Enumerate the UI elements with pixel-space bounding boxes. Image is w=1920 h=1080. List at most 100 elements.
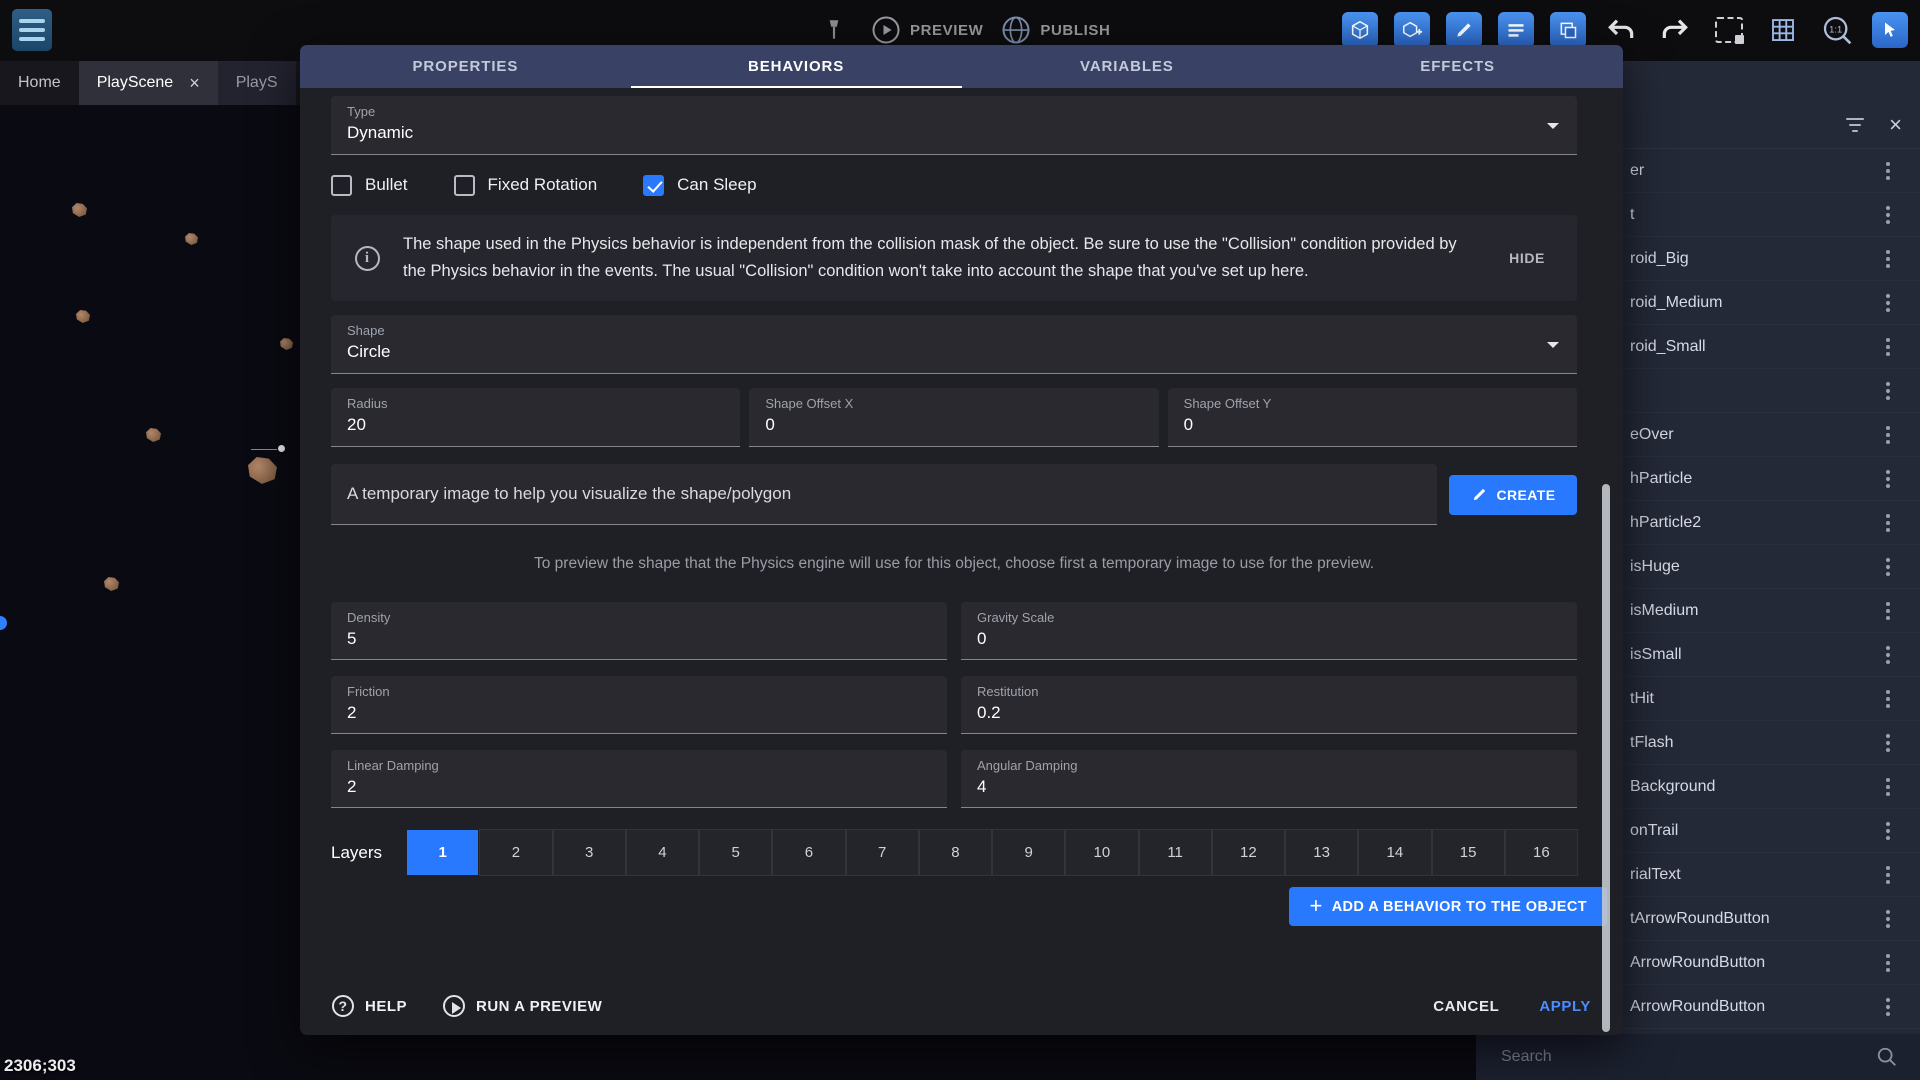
search-input[interactable] xyxy=(1501,1048,1876,1066)
item-menu-icon[interactable] xyxy=(1882,246,1894,272)
angular-damping-field[interactable]: Angular Damping 4 xyxy=(961,750,1577,808)
item-menu-icon[interactable] xyxy=(1882,642,1894,668)
apply-button[interactable]: APPLY xyxy=(1539,998,1591,1015)
add-behavior-button[interactable]: + ADD A BEHAVIOR TO THE OBJECT xyxy=(1289,887,1607,926)
layer-button[interactable]: 1 xyxy=(407,830,478,875)
bullet-checkbox[interactable]: Bullet xyxy=(331,175,408,196)
can-sleep-checkbox[interactable]: Can Sleep xyxy=(643,175,756,196)
object-name: ArrowRoundButton xyxy=(1630,998,1882,1016)
scene-cube-icon[interactable] xyxy=(1342,12,1378,48)
object-marker[interactable] xyxy=(0,616,7,630)
close-tab-icon[interactable]: × xyxy=(189,74,200,92)
dialog-scrollbar[interactable] xyxy=(1602,484,1610,1032)
item-menu-icon[interactable] xyxy=(1882,290,1894,316)
preview-note: To preview the shape that the Physics en… xyxy=(331,555,1577,573)
layer-button[interactable]: 5 xyxy=(700,830,771,875)
edit-scene-icon[interactable] xyxy=(1446,12,1482,48)
item-menu-icon[interactable] xyxy=(1882,554,1894,580)
selection-handle[interactable] xyxy=(278,445,285,452)
shape-select[interactable]: Shape Circle xyxy=(331,315,1577,374)
item-menu-icon[interactable] xyxy=(1882,466,1894,492)
asteroid-sprite[interactable] xyxy=(146,428,161,442)
layers-panel-icon[interactable] xyxy=(1550,12,1586,48)
preview-button[interactable]: PREVIEW xyxy=(871,15,983,45)
radius-field[interactable]: Radius 20 xyxy=(331,388,740,447)
asteroid-sprite[interactable] xyxy=(72,203,87,217)
hide-banner-button[interactable]: HIDE xyxy=(1497,242,1557,274)
tab-behaviors[interactable]: BEHAVIORS xyxy=(631,45,962,88)
item-menu-icon[interactable] xyxy=(1882,158,1894,184)
project-manager-icon[interactable] xyxy=(12,9,52,51)
cancel-button[interactable]: CANCEL xyxy=(1433,998,1499,1015)
item-menu-icon[interactable] xyxy=(1882,862,1894,888)
help-button[interactable]: ? HELP xyxy=(332,995,407,1017)
app-window: PREVIEW PUBLISH xyxy=(0,0,1920,1080)
grid-icon[interactable] xyxy=(1764,11,1802,49)
angular-damping-value: 4 xyxy=(977,777,1561,797)
debugger-icon[interactable] xyxy=(815,11,853,49)
item-menu-icon[interactable] xyxy=(1882,334,1894,360)
layer-button[interactable]: 8 xyxy=(920,830,991,875)
asteroid-sprite[interactable] xyxy=(76,310,90,323)
item-menu-icon[interactable] xyxy=(1882,950,1894,976)
layer-button[interactable]: 3 xyxy=(554,830,625,875)
restitution-field[interactable]: Restitution 0.2 xyxy=(961,676,1577,734)
item-menu-icon[interactable] xyxy=(1882,510,1894,536)
undo-icon[interactable] xyxy=(1602,11,1640,49)
layer-button[interactable]: 12 xyxy=(1213,830,1284,875)
layer-button[interactable]: 14 xyxy=(1359,830,1430,875)
item-menu-icon[interactable] xyxy=(1882,994,1894,1020)
add-object-icon[interactable] xyxy=(1394,12,1430,48)
play-icon xyxy=(443,995,465,1017)
tab-variables[interactable]: VARIABLES xyxy=(962,45,1293,88)
tab-playscene-events[interactable]: PlayS xyxy=(218,61,296,105)
filter-icon[interactable] xyxy=(1843,113,1867,137)
asteroid-sprite[interactable] xyxy=(185,233,198,245)
linear-damping-field[interactable]: Linear Damping 2 xyxy=(331,750,947,808)
layer-button[interactable]: 7 xyxy=(847,830,918,875)
redo-icon[interactable] xyxy=(1656,11,1694,49)
tab-properties[interactable]: PROPERTIES xyxy=(300,45,631,88)
run-preview-button[interactable]: RUN A PREVIEW xyxy=(443,995,602,1017)
layer-button[interactable]: 16 xyxy=(1506,830,1577,875)
capture-region-icon[interactable] xyxy=(1710,11,1748,49)
density-field[interactable]: Density 5 xyxy=(331,602,947,660)
shape-offset-y-field[interactable]: Shape Offset Y 0 xyxy=(1168,388,1577,447)
create-image-button[interactable]: CREATE xyxy=(1449,475,1577,515)
pointer-tool-icon[interactable] xyxy=(1872,12,1908,48)
events-sheet-icon[interactable] xyxy=(1498,12,1534,48)
tab-home[interactable]: Home xyxy=(0,61,79,105)
layer-button[interactable]: 4 xyxy=(627,830,698,875)
layer-button[interactable]: 10 xyxy=(1066,830,1137,875)
temporary-image-field[interactable]: A temporary image to help you visualize … xyxy=(331,464,1437,525)
shape-offset-x-field[interactable]: Shape Offset X 0 xyxy=(749,388,1158,447)
layer-button[interactable]: 13 xyxy=(1286,830,1357,875)
asteroid-sprite[interactable] xyxy=(104,577,119,591)
item-menu-icon[interactable] xyxy=(1882,730,1894,756)
item-menu-icon[interactable] xyxy=(1882,818,1894,844)
item-menu-icon[interactable] xyxy=(1882,202,1894,228)
item-menu-icon[interactable] xyxy=(1882,422,1894,448)
zoom-one-to-one-icon[interactable]: 1:1 xyxy=(1818,11,1856,49)
layer-button[interactable]: 11 xyxy=(1140,830,1211,875)
close-panel-icon[interactable]: × xyxy=(1889,114,1902,136)
publish-button[interactable]: PUBLISH xyxy=(1001,15,1110,45)
tab-playscene[interactable]: PlayScene × xyxy=(79,61,218,105)
item-menu-icon[interactable] xyxy=(1882,906,1894,932)
fixed-rotation-checkbox[interactable]: Fixed Rotation xyxy=(454,175,598,196)
layer-button[interactable]: 9 xyxy=(993,830,1064,875)
help-icon: ? xyxy=(332,995,354,1017)
item-menu-icon[interactable] xyxy=(1882,774,1894,800)
friction-field[interactable]: Friction 2 xyxy=(331,676,947,734)
layer-button[interactable]: 15 xyxy=(1433,830,1504,875)
layer-button[interactable]: 6 xyxy=(773,830,844,875)
gravity-scale-field[interactable]: Gravity Scale 0 xyxy=(961,602,1577,660)
layer-button[interactable]: 2 xyxy=(480,830,551,875)
type-select[interactable]: Type Dynamic xyxy=(331,96,1577,155)
item-menu-icon[interactable] xyxy=(1882,378,1894,404)
item-menu-icon[interactable] xyxy=(1882,598,1894,624)
asteroid-sprite[interactable] xyxy=(280,338,293,350)
item-menu-icon[interactable] xyxy=(1882,686,1894,712)
tab-effects[interactable]: EFFECTS xyxy=(1292,45,1623,88)
asteroid-sprite[interactable] xyxy=(248,457,277,484)
